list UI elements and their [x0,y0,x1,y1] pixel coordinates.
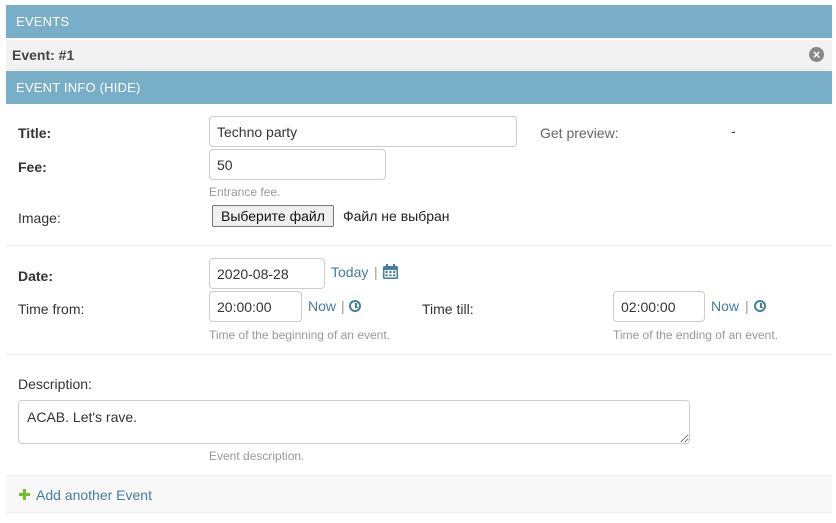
plus-icon[interactable] [19,489,30,500]
clock-icon[interactable] [349,300,361,312]
event-info-section-header[interactable]: EVENT INFO (HIDE) [6,71,832,104]
add-another-event-link[interactable]: Add another Event [36,487,152,503]
description-textarea[interactable]: ACAB. Let's rave. [18,400,690,444]
clock-icon[interactable] [754,300,766,312]
time-till-now-link[interactable]: Now [711,298,739,314]
event-info-section-title[interactable]: EVENT INFO (HIDE) [16,80,141,95]
fee-input[interactable] [209,149,386,180]
inline-title: Event: #1 [12,47,75,63]
calendar-icon[interactable] [382,263,399,280]
date-input[interactable] [209,258,325,289]
description-help-text: Event description. [209,449,305,463]
image-label: Image: [18,210,61,226]
date-label: Date: [18,268,54,284]
events-header-title: EVENTS [16,14,70,29]
get-preview-label: Get preview: [540,125,619,141]
fee-label: Fee: [18,159,47,175]
time-till-input[interactable] [613,291,705,322]
time-from-help-text: Time of the beginning of an event. [209,328,391,342]
get-preview-value: - [731,123,736,139]
divider [6,354,832,355]
file-status-text: Файл не выбран [343,208,450,224]
divider [6,245,832,246]
title-label: Title: [18,125,52,141]
add-row-bar: Add another Event [6,475,832,513]
separator: | [341,298,345,314]
today-link[interactable]: Today [331,264,368,280]
choose-file-button[interactable]: Выберите файл [212,205,334,227]
separator: | [745,298,749,314]
inline-header: Event: #1 × [6,40,832,70]
title-input[interactable] [209,116,517,147]
time-from-label: Time from: [18,301,85,317]
fee-help-text: Entrance fee. [209,185,281,199]
time-from-input[interactable] [209,291,302,322]
separator: | [374,264,378,280]
time-till-help-text: Time of the ending of an event. [613,328,778,342]
time-till-label: Time till: [422,301,474,317]
events-header: EVENTS [6,5,832,38]
time-from-now-link[interactable]: Now [308,298,336,314]
delete-inline-close-icon[interactable]: × [809,47,824,62]
description-label: Description: [18,376,92,392]
